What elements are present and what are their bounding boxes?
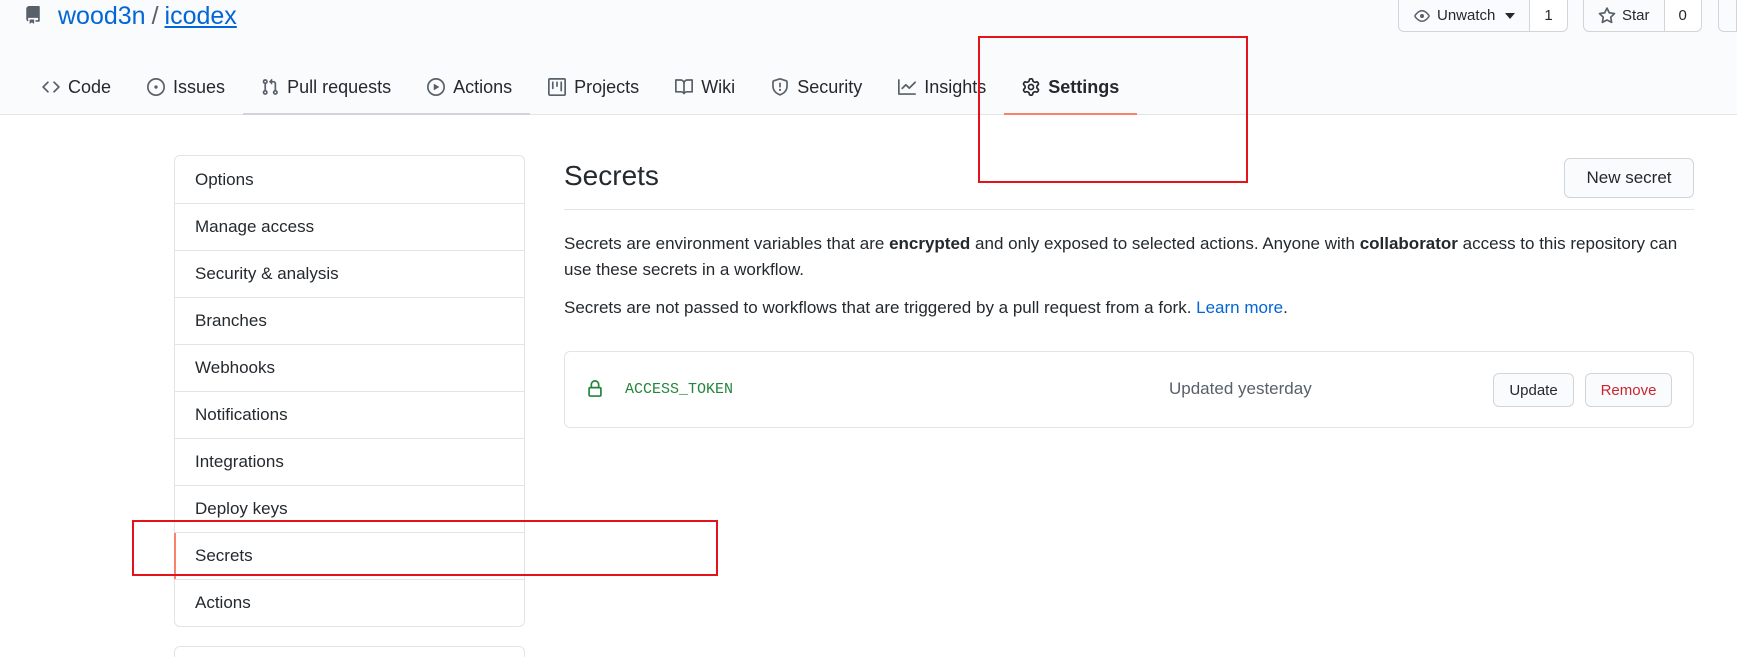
annotation-box-secrets: [132, 520, 718, 576]
watchers-count-value: 1: [1544, 7, 1553, 24]
fork-button-partial[interactable]: [1718, 0, 1737, 32]
tab-code[interactable]: Code: [24, 60, 129, 114]
secret-row: ACCESS_TOKEN Updated yesterday Update Re…: [564, 351, 1694, 428]
tab-issues-label: Issues: [173, 76, 226, 97]
repo-separator: /: [151, 1, 159, 30]
annotation-box-settings: [978, 36, 1248, 183]
desc-bold-collaborator: collaborator: [1359, 234, 1458, 253]
git-pull-request-icon: [262, 78, 278, 95]
sidebar-item-label: Branches: [195, 311, 267, 330]
sidebar-item-webhooks[interactable]: Webhooks: [175, 344, 524, 391]
unwatch-label: Unwatch: [1437, 7, 1496, 24]
fork-notice-text: Secrets are not passed to workflows that…: [564, 298, 1197, 317]
repo-name-link[interactable]: icodex: [165, 2, 237, 31]
sidebar-item-label: Webhooks: [195, 358, 276, 377]
sidebar-next-section: [174, 646, 525, 657]
tab-pull-requests-label: Pull requests: [287, 76, 392, 97]
tab-code-label: Code: [68, 76, 112, 97]
tab-wiki-label: Wiki: [701, 76, 736, 97]
repo-title: wood3n / icodex: [24, 0, 237, 32]
project-icon: [548, 78, 567, 96]
sidebar-item-actions[interactable]: Actions: [175, 579, 524, 626]
tab-projects[interactable]: Projects: [530, 60, 657, 114]
tab-security-label: Security: [797, 76, 863, 97]
sidebar-item-notifications[interactable]: Notifications: [175, 391, 524, 438]
play-icon: [427, 78, 446, 96]
secret-updated: Updated yesterday: [1169, 379, 1312, 398]
sidebar-item-label: Actions: [195, 593, 251, 612]
star-button-group: Star 0: [1583, 0, 1702, 32]
stargazers-count[interactable]: 0: [1664, 0, 1702, 32]
sidebar-item-label: Deploy keys: [195, 499, 288, 518]
sidebar-item-branches[interactable]: Branches: [175, 297, 524, 344]
sidebar-item-manage-access[interactable]: Manage access: [175, 203, 524, 250]
star-button[interactable]: Star: [1583, 0, 1665, 32]
fork-notice-end: .: [1283, 298, 1288, 317]
repo-header: wood3n / icodex Unwatch 1 Star 0 Code Is…: [0, 0, 1737, 115]
repo-owner-link[interactable]: wood3n: [58, 2, 146, 31]
lock-icon: [586, 379, 604, 404]
book-icon: [675, 79, 694, 95]
tab-pull-requests[interactable]: Pull requests: [243, 60, 410, 115]
update-secret-button[interactable]: Update: [1493, 373, 1574, 407]
tab-actions-label: Actions: [453, 76, 513, 97]
caret-down-icon: [1505, 12, 1516, 19]
sidebar-item-label: Manage access: [195, 217, 315, 236]
secret-name: ACCESS_TOKEN: [625, 381, 734, 398]
desc-text: Secrets are environment variables that a…: [564, 234, 890, 253]
sidebar-item-label: Options: [195, 169, 254, 189]
remove-secret-button[interactable]: Remove: [1585, 373, 1672, 407]
tab-insights-label: Insights: [924, 76, 987, 97]
watch-button-group: Unwatch 1: [1398, 0, 1568, 32]
tab-actions[interactable]: Actions: [409, 60, 531, 115]
code-icon: [42, 81, 60, 93]
star-label: Star: [1622, 7, 1650, 24]
desc-text: and only exposed to selected actions. An…: [970, 234, 1360, 253]
sidebar-item-label: Security & analysis: [195, 264, 339, 283]
sidebar-item-security-analysis[interactable]: Security & analysis: [175, 250, 524, 297]
star-icon: [1598, 6, 1616, 23]
watchers-count[interactable]: 1: [1530, 0, 1568, 32]
shield-icon: [772, 78, 789, 96]
sidebar-item-options[interactable]: Options: [175, 156, 524, 203]
tab-security[interactable]: Security: [753, 60, 880, 114]
tab-issues[interactable]: Issues: [129, 60, 243, 114]
learn-more-link[interactable]: Learn more: [1196, 298, 1283, 317]
desc-bold-encrypted: encrypted: [889, 234, 971, 253]
unwatch-button[interactable]: Unwatch: [1398, 0, 1531, 32]
stargazers-count-value: 0: [1678, 7, 1687, 24]
eye-icon: [1414, 9, 1430, 22]
tab-wiki[interactable]: Wiki: [657, 60, 753, 114]
graph-icon: [898, 79, 917, 95]
tab-projects-label: Projects: [574, 76, 640, 97]
fork-notice: Secrets are not passed to workflows that…: [564, 295, 1699, 321]
sidebar-item-label: Notifications: [195, 405, 288, 424]
repo-nav-tabs: Code Issues Pull requests Actions Projec…: [24, 60, 1138, 115]
sidebar-item-integrations[interactable]: Integrations: [175, 438, 524, 485]
issue-opened-icon: [147, 78, 166, 96]
title-divider: [564, 209, 1694, 210]
secrets-description: Secrets are environment variables that a…: [564, 231, 1699, 283]
repo-icon: [24, 4, 46, 28]
page-title: Secrets: [564, 160, 659, 191]
new-secret-button[interactable]: New secret: [1564, 158, 1694, 198]
sidebar-item-label: Integrations: [195, 452, 284, 471]
